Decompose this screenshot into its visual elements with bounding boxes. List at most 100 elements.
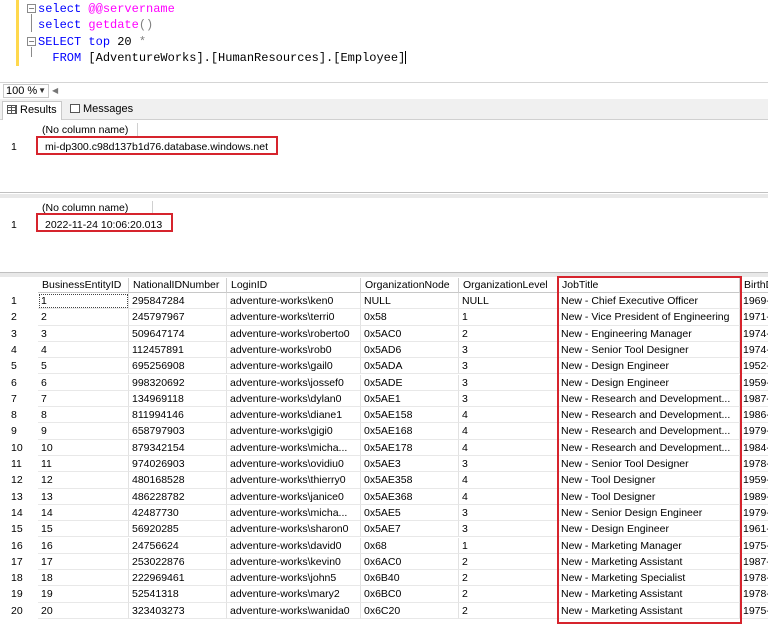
table-cell[interactable]: 1979- [740, 423, 768, 440]
table-cell[interactable]: 1 [459, 537, 558, 554]
table-cell[interactable]: 509647174 [129, 325, 227, 342]
table-cell[interactable]: 0x5AE7 [361, 521, 459, 538]
table-cell[interactable]: 3 [459, 358, 558, 375]
table-cell[interactable]: 42487730 [129, 504, 227, 522]
table-cell[interactable]: 3 [459, 341, 558, 359]
table-cell[interactable]: 0x58 [361, 309, 459, 326]
table-cell[interactable]: 1959- [740, 375, 768, 391]
table-cell[interactable]: 6 [38, 374, 129, 391]
table-cell[interactable]: 3 [38, 325, 129, 342]
table-cell[interactable]: adventure-works\roberto0 [227, 325, 361, 342]
table-cell[interactable]: adventure-works\gail0 [227, 358, 361, 375]
table-cell[interactable]: 2 [459, 553, 558, 571]
table-cell[interactable]: 998320692 [129, 374, 227, 391]
table-cell[interactable]: 295847284 [129, 293, 227, 310]
table-cell[interactable]: 5 [38, 358, 129, 375]
table-cell[interactable]: 20 [38, 602, 129, 619]
table-cell[interactable]: adventure-works\sharon0 [227, 521, 361, 538]
row-number[interactable]: 15 [0, 521, 38, 537]
table-cell[interactable]: adventure-works\micha... [227, 504, 361, 522]
table-cell[interactable]: adventure-works\diane1 [227, 407, 361, 424]
table-cell[interactable]: 658797903 [129, 423, 227, 440]
table-cell[interactable]: 3 [459, 456, 558, 473]
column-header[interactable]: NationalIDNumber [129, 278, 227, 293]
table-cell[interactable]: 4 [459, 407, 558, 424]
table-cell[interactable]: 2 [459, 570, 558, 587]
table-cell[interactable]: 2 [38, 309, 129, 326]
table-cell[interactable]: 0x5ADA [361, 358, 459, 375]
table-cell[interactable]: 15 [38, 521, 129, 538]
table-cell[interactable]: 1984- [740, 440, 768, 456]
table-cell[interactable]: 222969461 [129, 570, 227, 587]
table-cell[interactable]: 695256908 [129, 358, 227, 375]
table-cell[interactable]: 16 [38, 537, 129, 554]
table-cell[interactable]: 11 [38, 456, 129, 473]
row-number[interactable]: 16 [0, 538, 38, 554]
table-cell[interactable]: 52541318 [129, 586, 227, 603]
table-cell[interactable]: 0x5AE358 [361, 472, 459, 489]
table-cell[interactable]: 480168528 [129, 472, 227, 489]
table-cell[interactable]: 323403273 [129, 602, 227, 619]
table-cell[interactable]: 56920285 [129, 521, 227, 538]
row-number[interactable]: 5 [0, 358, 38, 374]
table-cell[interactable]: 0x6AC0 [361, 553, 459, 571]
table-cell[interactable]: adventure-works\kevin0 [227, 553, 361, 571]
table-cell[interactable]: 0x5AE3 [361, 456, 459, 473]
table-cell[interactable]: 1971- [740, 309, 768, 326]
row-number[interactable]: 20 [0, 603, 38, 619]
row-number[interactable]: 8 [0, 407, 38, 423]
table-cell[interactable]: adventure-works\mary2 [227, 586, 361, 603]
row-number[interactable]: 17 [0, 554, 38, 570]
row-number[interactable]: 13 [0, 489, 38, 505]
table-cell[interactable]: 0x5ADE [361, 374, 459, 391]
table-cell[interactable]: 17 [38, 553, 129, 571]
table-cell[interactable]: 0x5AE1 [361, 390, 459, 408]
sql-line[interactable]: select getdate() [38, 17, 153, 33]
table-cell[interactable]: 0x5AC0 [361, 325, 459, 342]
table-cell[interactable]: 24756624 [129, 537, 227, 554]
table-cell[interactable]: 18 [38, 570, 129, 587]
table-cell[interactable]: adventure-works\wanida0 [227, 602, 361, 619]
row-number[interactable]: 9 [0, 423, 38, 439]
table-cell[interactable]: 1 [459, 309, 558, 326]
table-cell[interactable]: NULL [459, 293, 558, 310]
row-number[interactable]: 7 [0, 391, 38, 407]
collapse-toggle-icon[interactable]: − [27, 37, 36, 46]
table-cell[interactable]: 1975- [740, 538, 768, 554]
table-cell[interactable]: 0x5AE368 [361, 488, 459, 505]
scroll-left-icon[interactable]: ◀ [52, 86, 58, 95]
table-cell[interactable]: adventure-works\dylan0 [227, 390, 361, 408]
column-header[interactable]: LoginID [227, 278, 361, 293]
table-cell[interactable]: 0x68 [361, 537, 459, 554]
table-cell[interactable]: adventure-works\rob0 [227, 341, 361, 359]
table-cell[interactable]: 7 [38, 390, 129, 408]
table-cell[interactable]: 3 [459, 521, 558, 538]
row-number[interactable]: 11 [0, 456, 38, 472]
table-cell[interactable]: adventure-works\thierry0 [227, 472, 361, 489]
row-number[interactable]: 1 [0, 141, 38, 153]
table-cell[interactable]: 1979- [740, 505, 768, 522]
row-number[interactable]: 3 [0, 326, 38, 342]
row-number[interactable]: 2 [0, 309, 38, 325]
table-cell[interactable]: 245797967 [129, 309, 227, 326]
column-header[interactable]: OrganizationNode [361, 278, 459, 293]
table-cell[interactable]: 4 [38, 341, 129, 359]
table-cell[interactable]: 486228782 [129, 488, 227, 505]
table-cell[interactable]: 1974- [740, 342, 768, 359]
sql-line[interactable]: FROM [AdventureWorks].[HumanResources].[… [38, 50, 407, 66]
row-number[interactable]: 14 [0, 505, 38, 521]
table-cell[interactable]: 1986- [740, 407, 768, 424]
table-cell[interactable]: 1978- [740, 570, 768, 587]
table-cell[interactable]: 112457891 [129, 341, 227, 359]
table-cell[interactable]: 0x5AD6 [361, 341, 459, 359]
table-cell[interactable]: 1952- [740, 358, 768, 375]
table-cell[interactable]: 1975- [740, 603, 768, 619]
table-cell[interactable]: adventure-works\terri0 [227, 309, 361, 326]
table-cell[interactable]: adventure-works\micha... [227, 439, 361, 456]
table-cell[interactable]: 0x5AE168 [361, 423, 459, 440]
table-cell[interactable]: 1978- [740, 586, 768, 603]
table-cell[interactable]: 2 [459, 602, 558, 619]
table-cell[interactable]: 0x5AE5 [361, 504, 459, 522]
table-cell[interactable]: 879342154 [129, 439, 227, 456]
table-cell[interactable]: 4 [459, 423, 558, 440]
